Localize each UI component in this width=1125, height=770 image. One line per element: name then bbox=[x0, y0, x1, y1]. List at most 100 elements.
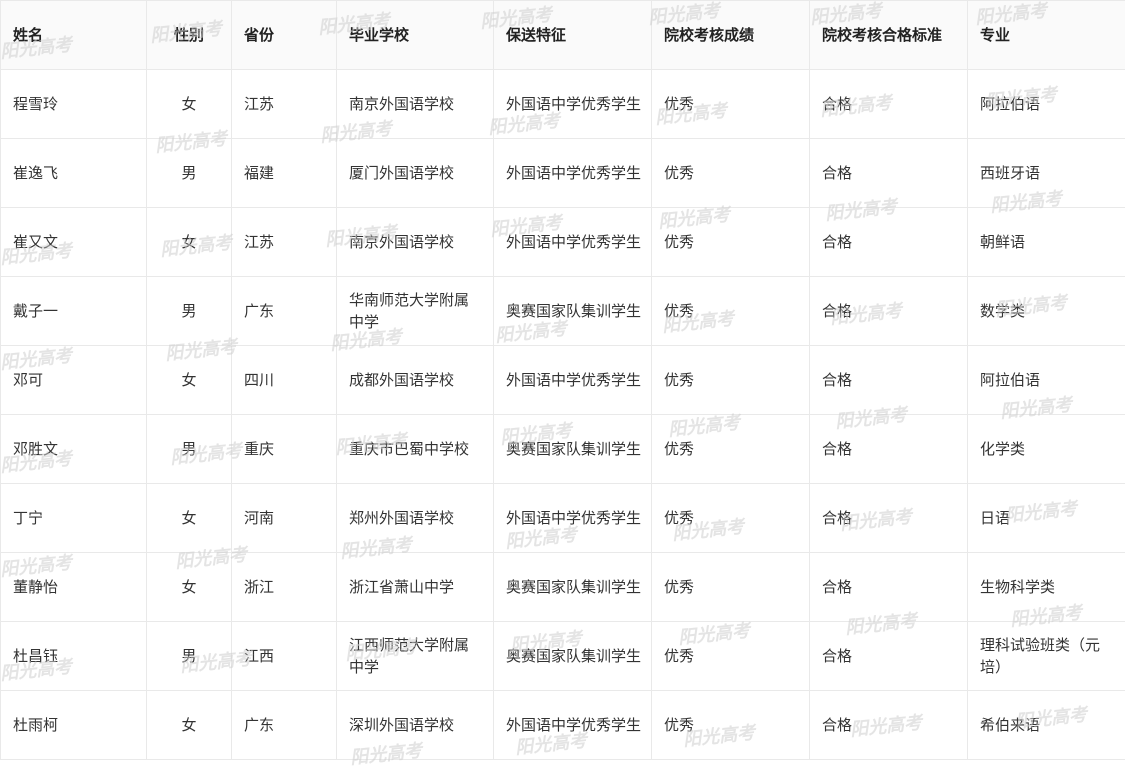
cell-gender: 女 bbox=[147, 346, 232, 415]
header-standard: 院校考核合格标准 bbox=[810, 1, 968, 70]
cell-score: 优秀 bbox=[652, 346, 810, 415]
admission-table: 姓名性别省份毕业学校保送特征院校考核成绩院校考核合格标准专业 程雪玲女江苏南京外… bbox=[0, 0, 1125, 760]
cell-feature: 外国语中学优秀学生 bbox=[494, 208, 652, 277]
cell-feature: 外国语中学优秀学生 bbox=[494, 484, 652, 553]
cell-gender: 女 bbox=[147, 208, 232, 277]
cell-school: 郑州外国语学校 bbox=[337, 484, 494, 553]
cell-school: 南京外国语学校 bbox=[337, 208, 494, 277]
header-name: 姓名 bbox=[1, 1, 147, 70]
cell-province: 河南 bbox=[232, 484, 337, 553]
table-row: 邓胜文男重庆重庆市巴蜀中学校奥赛国家队集训学生优秀合格化学类 bbox=[1, 415, 1125, 484]
table-row: 戴子一男广东华南师范大学附属中学奥赛国家队集训学生优秀合格数学类 bbox=[1, 277, 1125, 346]
cell-gender: 女 bbox=[147, 691, 232, 760]
cell-feature: 奥赛国家队集训学生 bbox=[494, 415, 652, 484]
cell-name: 杜雨柯 bbox=[1, 691, 147, 760]
cell-score: 优秀 bbox=[652, 484, 810, 553]
cell-feature: 外国语中学优秀学生 bbox=[494, 139, 652, 208]
cell-standard: 合格 bbox=[810, 622, 968, 691]
cell-major: 朝鲜语 bbox=[968, 208, 1125, 277]
cell-gender: 男 bbox=[147, 622, 232, 691]
cell-school: 成都外国语学校 bbox=[337, 346, 494, 415]
table-row: 崔逸飞男福建厦门外国语学校外国语中学优秀学生优秀合格西班牙语 bbox=[1, 139, 1125, 208]
cell-school: 深圳外国语学校 bbox=[337, 691, 494, 760]
cell-standard: 合格 bbox=[810, 691, 968, 760]
cell-province: 重庆 bbox=[232, 415, 337, 484]
table-header-row: 姓名性别省份毕业学校保送特征院校考核成绩院校考核合格标准专业 bbox=[1, 1, 1125, 70]
table-row: 丁宁女河南郑州外国语学校外国语中学优秀学生优秀合格日语 bbox=[1, 484, 1125, 553]
cell-school: 浙江省萧山中学 bbox=[337, 553, 494, 622]
cell-feature: 外国语中学优秀学生 bbox=[494, 70, 652, 139]
cell-feature: 奥赛国家队集训学生 bbox=[494, 277, 652, 346]
cell-name: 杜昌钰 bbox=[1, 622, 147, 691]
header-feature: 保送特征 bbox=[494, 1, 652, 70]
cell-major: 化学类 bbox=[968, 415, 1125, 484]
header-gender: 性别 bbox=[147, 1, 232, 70]
cell-name: 邓胜文 bbox=[1, 415, 147, 484]
cell-gender: 女 bbox=[147, 484, 232, 553]
cell-school: 重庆市巴蜀中学校 bbox=[337, 415, 494, 484]
header-school: 毕业学校 bbox=[337, 1, 494, 70]
cell-province: 广东 bbox=[232, 277, 337, 346]
cell-name: 程雪玲 bbox=[1, 70, 147, 139]
cell-score: 优秀 bbox=[652, 70, 810, 139]
cell-school: 南京外国语学校 bbox=[337, 70, 494, 139]
cell-standard: 合格 bbox=[810, 415, 968, 484]
cell-school: 华南师范大学附属中学 bbox=[337, 277, 494, 346]
cell-feature: 奥赛国家队集训学生 bbox=[494, 553, 652, 622]
cell-score: 优秀 bbox=[652, 277, 810, 346]
table-row: 杜雨柯女广东深圳外国语学校外国语中学优秀学生优秀合格希伯来语 bbox=[1, 691, 1125, 760]
cell-standard: 合格 bbox=[810, 346, 968, 415]
cell-score: 优秀 bbox=[652, 139, 810, 208]
table-row: 崔又文女江苏南京外国语学校外国语中学优秀学生优秀合格朝鲜语 bbox=[1, 208, 1125, 277]
cell-major: 希伯来语 bbox=[968, 691, 1125, 760]
cell-gender: 男 bbox=[147, 139, 232, 208]
table-row: 程雪玲女江苏南京外国语学校外国语中学优秀学生优秀合格阿拉伯语 bbox=[1, 70, 1125, 139]
cell-standard: 合格 bbox=[810, 484, 968, 553]
table-row: 董静怡女浙江浙江省萧山中学奥赛国家队集训学生优秀合格生物科学类 bbox=[1, 553, 1125, 622]
cell-province: 江苏 bbox=[232, 70, 337, 139]
cell-standard: 合格 bbox=[810, 208, 968, 277]
cell-province: 四川 bbox=[232, 346, 337, 415]
cell-major: 数学类 bbox=[968, 277, 1125, 346]
cell-name: 戴子一 bbox=[1, 277, 147, 346]
cell-province: 福建 bbox=[232, 139, 337, 208]
cell-province: 浙江 bbox=[232, 553, 337, 622]
cell-province: 广东 bbox=[232, 691, 337, 760]
table-body: 程雪玲女江苏南京外国语学校外国语中学优秀学生优秀合格阿拉伯语崔逸飞男福建厦门外国… bbox=[1, 70, 1125, 760]
cell-major: 阿拉伯语 bbox=[968, 70, 1125, 139]
cell-province: 江苏 bbox=[232, 208, 337, 277]
cell-score: 优秀 bbox=[652, 622, 810, 691]
cell-score: 优秀 bbox=[652, 415, 810, 484]
cell-name: 丁宁 bbox=[1, 484, 147, 553]
cell-name: 邓可 bbox=[1, 346, 147, 415]
cell-name: 崔逸飞 bbox=[1, 139, 147, 208]
cell-name: 董静怡 bbox=[1, 553, 147, 622]
cell-feature: 外国语中学优秀学生 bbox=[494, 691, 652, 760]
cell-gender: 男 bbox=[147, 415, 232, 484]
table-row: 邓可女四川成都外国语学校外国语中学优秀学生优秀合格阿拉伯语 bbox=[1, 346, 1125, 415]
cell-feature: 外国语中学优秀学生 bbox=[494, 346, 652, 415]
table-row: 杜昌钰男江西江西师范大学附属中学奥赛国家队集训学生优秀合格理科试验班类（元培） bbox=[1, 622, 1125, 691]
cell-province: 江西 bbox=[232, 622, 337, 691]
cell-major: 理科试验班类（元培） bbox=[968, 622, 1125, 691]
cell-major: 西班牙语 bbox=[968, 139, 1125, 208]
cell-major: 阿拉伯语 bbox=[968, 346, 1125, 415]
cell-standard: 合格 bbox=[810, 139, 968, 208]
cell-standard: 合格 bbox=[810, 70, 968, 139]
cell-score: 优秀 bbox=[652, 208, 810, 277]
cell-standard: 合格 bbox=[810, 553, 968, 622]
header-province: 省份 bbox=[232, 1, 337, 70]
cell-major: 日语 bbox=[968, 484, 1125, 553]
cell-score: 优秀 bbox=[652, 553, 810, 622]
cell-school: 厦门外国语学校 bbox=[337, 139, 494, 208]
header-score: 院校考核成绩 bbox=[652, 1, 810, 70]
cell-name: 崔又文 bbox=[1, 208, 147, 277]
cell-school: 江西师范大学附属中学 bbox=[337, 622, 494, 691]
cell-major: 生物科学类 bbox=[968, 553, 1125, 622]
cell-standard: 合格 bbox=[810, 277, 968, 346]
cell-gender: 女 bbox=[147, 553, 232, 622]
cell-score: 优秀 bbox=[652, 691, 810, 760]
cell-gender: 男 bbox=[147, 277, 232, 346]
cell-feature: 奥赛国家队集训学生 bbox=[494, 622, 652, 691]
cell-gender: 女 bbox=[147, 70, 232, 139]
